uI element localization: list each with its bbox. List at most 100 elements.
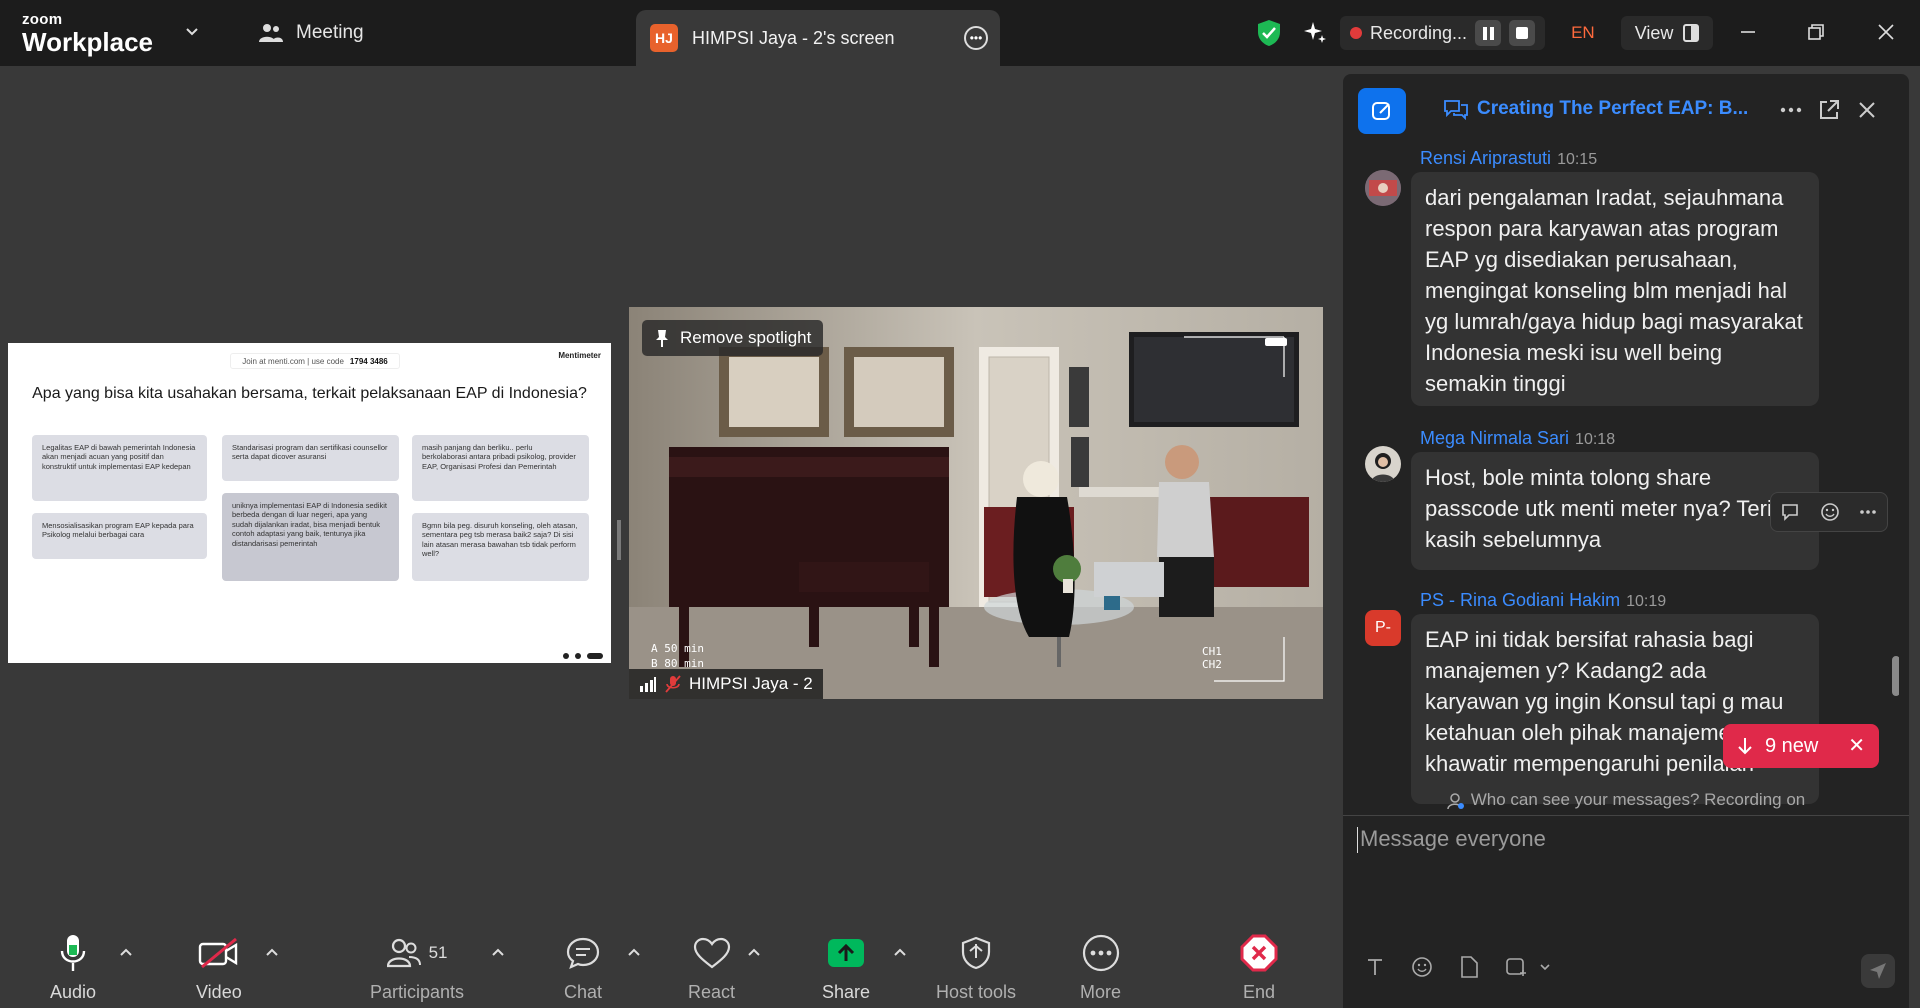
host-tools-button[interactable]: Host tools — [936, 930, 1016, 1003]
react-button[interactable]: React — [688, 930, 735, 1003]
video-button[interactable]: Video — [196, 930, 242, 1003]
react-label: React — [688, 982, 736, 1002]
encryption-shield-icon[interactable] — [1256, 19, 1282, 47]
sticky-note: Legalitas EAP di bawah pemerintah Indone… — [32, 435, 207, 501]
sender-name: Rensi Ariprastuti — [1420, 148, 1552, 168]
chat-scrollbar[interactable] — [1892, 656, 1899, 696]
close-chat-icon[interactable] — [1855, 98, 1879, 122]
view-button[interactable]: View — [1620, 16, 1714, 50]
video-options-chevron-icon[interactable] — [264, 944, 280, 960]
message-more-icon[interactable] — [1859, 509, 1877, 515]
pin-icon — [656, 330, 668, 347]
audio-button[interactable]: Audio — [50, 930, 96, 1003]
minimize-icon[interactable] — [1734, 18, 1762, 46]
chat-more-icon[interactable] — [1779, 98, 1803, 122]
share-tab-title: HIMPSI Jaya - 2's screen — [692, 27, 895, 48]
visibility-note[interactable]: Who can see your messages? Recording on — [1343, 786, 1909, 816]
chat-header: Creating The Perfect EAP: B... — [1343, 74, 1909, 144]
share-screen-tab[interactable]: HJ HIMPSI Jaya - 2's screen ••• — [636, 10, 1000, 66]
chat-title[interactable]: Creating The Perfect EAP: B... — [1443, 98, 1748, 120]
pop-out-icon[interactable] — [1817, 98, 1841, 122]
participants-count: 51 — [428, 943, 448, 962]
more-options-icon[interactable]: ••• — [964, 26, 988, 50]
recording-indicator[interactable]: Recording... — [1340, 16, 1546, 50]
text-format-icon[interactable] — [1365, 957, 1385, 977]
sender-name: PS - Rina Godiani Hakim — [1420, 590, 1621, 610]
reply-thread-icon[interactable] — [1781, 502, 1801, 522]
add-reaction-icon[interactable] — [1820, 502, 1840, 522]
end-label: End — [1242, 982, 1276, 1002]
view-label: View — [1634, 22, 1674, 43]
mentimeter-brand: Mentimeter — [558, 351, 601, 360]
language-indicator[interactable]: EN — [1571, 23, 1595, 43]
message-time: 10:18 — [1575, 431, 1616, 448]
share-screen-icon — [828, 939, 865, 967]
share-options-chevron-icon[interactable] — [892, 944, 908, 960]
recording-dot-icon — [1350, 27, 1362, 39]
chat-panel: Creating The Perfect EAP: B... Rensi Ari… — [1343, 74, 1909, 1008]
emoji-icon[interactable] — [1411, 956, 1433, 978]
end-meeting-button[interactable]: End — [1240, 930, 1278, 1003]
sticky-note: Bgmn bila peg. disuruh konseling, oleh a… — [412, 513, 589, 581]
ai-companion-sparkle-icon[interactable] — [1302, 20, 1328, 46]
meeting-tab-label: Meeting — [296, 22, 364, 43]
participant-name: HIMPSI Jaya - 2 — [689, 674, 813, 693]
message-input[interactable]: Message everyone — [1357, 826, 1897, 866]
message-bubble[interactable]: EAP ini tidak bersifat rahasia bagi mana… — [1411, 614, 1819, 804]
dismiss-badge-icon[interactable]: ✕ — [1848, 733, 1865, 758]
audio-options-chevron-icon[interactable] — [118, 944, 134, 960]
split-view-handle[interactable] — [617, 520, 621, 560]
participants-icon — [386, 938, 421, 968]
message-hover-tools — [1770, 492, 1888, 532]
file-icon[interactable] — [1459, 956, 1479, 978]
mic-muted-icon — [665, 675, 681, 693]
chat-options-chevron-icon[interactable] — [626, 944, 642, 960]
spotlight-video: Remove spotlight A 50 min B 80 min CH1 C… — [629, 307, 1323, 699]
sticky-note: Mensosialisasikan program EAP kepada par… — [32, 513, 207, 559]
more-button[interactable]: More — [1080, 930, 1121, 1003]
heart-icon — [693, 937, 730, 969]
remove-spotlight-button[interactable]: Remove spotlight — [642, 320, 824, 356]
more-icon — [1082, 934, 1119, 972]
new-messages-badge[interactable]: 9 new ✕ — [1723, 724, 1879, 768]
message-bubble[interactable]: Host, bole minta tolong share passcode u… — [1411, 452, 1819, 570]
shield-icon — [961, 936, 991, 970]
message-sender[interactable]: PS - Rina Godiani Hakim 10:19 — [1420, 590, 1666, 611]
screenshot-icon[interactable] — [1505, 956, 1529, 978]
chat-icon — [566, 937, 600, 969]
shared-slide: Join at menti.com | use code 1794 3486 M… — [8, 343, 611, 663]
participants-button[interactable]: 51 Participants — [370, 930, 464, 1003]
participant-name-tag: HIMPSI Jaya - 2 — [629, 669, 823, 699]
camera-overlay-a: A 50 min — [651, 642, 704, 655]
react-options-chevron-icon[interactable] — [746, 944, 762, 960]
chat-button[interactable]: Chat — [564, 930, 602, 1003]
message-bubble[interactable]: dari pengalaman Iradat, sejauhmana respo… — [1411, 172, 1819, 406]
pause-recording-button[interactable] — [1475, 20, 1502, 46]
new-messages-count: 9 new — [1765, 734, 1819, 757]
chat-bubbles-icon — [1444, 100, 1468, 120]
camera-channel-1: CH1 — [1202, 645, 1222, 658]
message-sender[interactable]: Rensi Ariprastuti 10:15 — [1420, 148, 1597, 169]
meeting-tab[interactable]: Meeting — [258, 22, 364, 44]
slide-question: Apa yang bisa kita usahakan bersama, ter… — [32, 385, 587, 402]
send-button[interactable] — [1861, 954, 1895, 988]
message-sender[interactable]: Mega Nirmala Sari 10:18 — [1420, 428, 1615, 449]
view-layout-icon — [1683, 24, 1700, 42]
camera-channel-2: CH2 — [1202, 658, 1222, 671]
message-time: 10:19 — [1626, 593, 1667, 610]
share-button[interactable]: Share — [822, 930, 870, 1003]
zoom-window: zoom Workplace Meeting HJ HIMPSI Jaya - … — [0, 0, 1920, 1008]
stop-recording-button[interactable] — [1509, 20, 1536, 46]
participants-options-chevron-icon[interactable] — [490, 944, 506, 960]
audio-label: Audio — [50, 982, 97, 1002]
chevron-down-icon[interactable] — [184, 24, 200, 40]
host-tools-label: Host tools — [936, 982, 1017, 1002]
restore-icon[interactable] — [1802, 18, 1830, 46]
chevron-down-icon[interactable] — [1539, 961, 1551, 973]
logo-big-text: Workplace — [22, 27, 154, 57]
avatar: P- — [1365, 610, 1401, 646]
close-window-icon[interactable] — [1872, 18, 1900, 46]
sticky-note: Standarisasi program dan sertifikasi cou… — [222, 435, 399, 481]
share-label: Share — [822, 982, 871, 1002]
new-chat-button[interactable] — [1358, 88, 1406, 134]
